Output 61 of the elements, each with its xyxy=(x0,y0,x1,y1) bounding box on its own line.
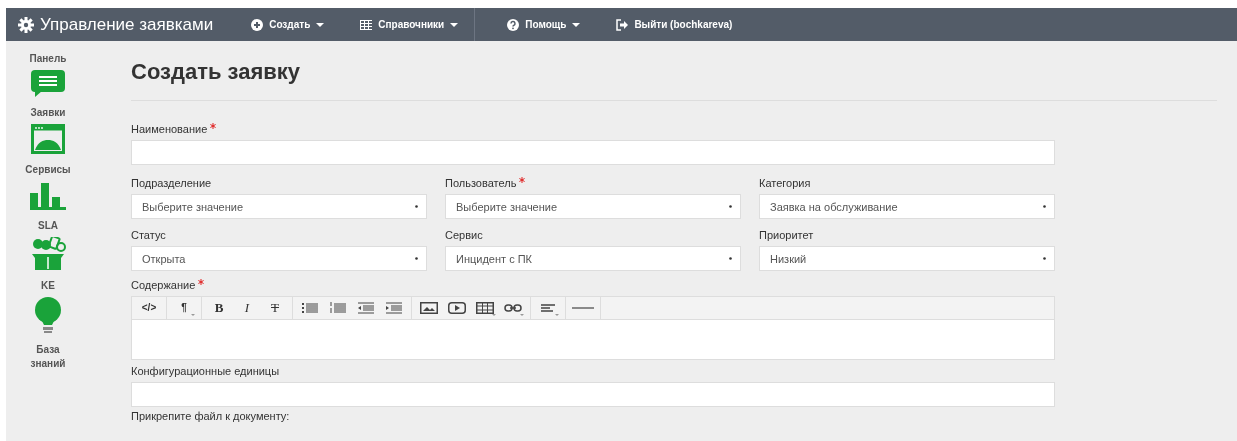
lightbulb-icon xyxy=(33,297,63,333)
field-label: Сервис xyxy=(445,229,483,241)
toolbar-button[interactable]: </> xyxy=(138,298,160,318)
question-icon xyxy=(507,18,520,31)
nav-menu[interactable]: Создать xyxy=(251,17,325,32)
dropdown-icon xyxy=(1043,205,1046,208)
gear-icon xyxy=(18,16,34,33)
horizontal-rule-icon xyxy=(572,307,594,309)
field-label: Подразделение xyxy=(131,177,212,189)
people-box-icon xyxy=(30,237,66,270)
outdent-icon xyxy=(358,302,374,314)
attach-label: Прикрепите файл к документу: xyxy=(131,410,291,422)
field-label: Содержание xyxy=(131,279,196,291)
page-title: Создать заявку xyxy=(131,58,301,86)
dropdown-icon xyxy=(729,205,732,208)
browser-window-icon xyxy=(31,124,65,154)
table-icon xyxy=(476,302,494,314)
nav-menu[interactable]: Справочники xyxy=(360,17,459,32)
text-input[interactable] xyxy=(131,140,1055,165)
field-label: Статус xyxy=(131,229,166,241)
image-icon xyxy=(420,302,438,314)
bar-chart-icon xyxy=(30,181,66,210)
dropdown-icon xyxy=(415,205,418,208)
select-field[interactable]: Низкий xyxy=(759,246,1055,271)
dropdown-icon xyxy=(1043,257,1046,260)
field-label: Категория xyxy=(759,177,811,189)
toolbar-button[interactable]: T xyxy=(264,298,286,318)
plus-circle-icon xyxy=(251,18,264,31)
nav-menu[interactable]: Выйти (bochkareva) xyxy=(616,17,733,32)
select-field[interactable]: Выберите значение xyxy=(131,194,427,219)
toolbar-button[interactable]: I xyxy=(236,298,258,318)
bulleted-list-icon xyxy=(302,302,318,314)
select-field[interactable]: Выберите значение xyxy=(445,194,741,219)
nav-menu[interactable]: Помощь xyxy=(507,17,581,32)
indent-icon xyxy=(386,302,402,314)
numbered-list-icon xyxy=(330,302,346,314)
sign-out-icon xyxy=(616,18,629,31)
dropdown-icon xyxy=(729,257,732,260)
select-field[interactable]: Открыта xyxy=(131,246,427,271)
video-icon xyxy=(448,302,466,314)
select-field[interactable]: Заявка на обслуживание xyxy=(759,194,1055,219)
field-label: Конфигурационные единицы xyxy=(131,365,280,377)
dropdown-icon xyxy=(415,257,418,260)
field-label: Наименование xyxy=(131,123,208,135)
table-icon xyxy=(360,18,373,31)
toolbar-button[interactable]: ¶ xyxy=(173,298,195,318)
link-icon xyxy=(504,302,522,314)
toolbar-button[interactable]: B xyxy=(208,298,230,318)
select-field[interactable]: Инцидент с ПК xyxy=(445,246,741,271)
align-icon xyxy=(541,303,555,313)
field-label: Приоритет xyxy=(759,229,814,241)
sidebar-link[interactable]: Заявки xyxy=(30,105,66,120)
chat-icon xyxy=(31,70,65,97)
field-label: Пользователь xyxy=(445,177,517,189)
app-title: Управление заявками xyxy=(40,13,214,36)
sidebar-link[interactable]: Сервисы xyxy=(25,162,71,177)
sidebar-link[interactable]: Панель xyxy=(29,51,67,66)
sidebar-link[interactable]: База знаний xyxy=(23,343,73,371)
sidebar-link[interactable]: SLA xyxy=(38,218,58,233)
sidebar-link[interactable]: KE xyxy=(41,278,55,293)
text-input[interactable] xyxy=(131,382,1055,407)
